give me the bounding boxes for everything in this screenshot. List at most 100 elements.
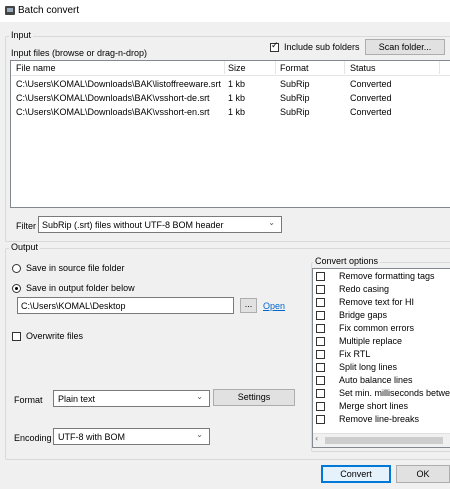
filter-label: Filter — [16, 221, 36, 231]
scrollbar-thumb[interactable] — [325, 437, 443, 444]
column-header-size[interactable]: Size — [228, 63, 246, 73]
option-fix-common-errors[interactable]: Fix common errors — [315, 323, 450, 335]
option-multiple-replace[interactable]: Multiple replace — [315, 336, 450, 348]
cell-size: 1 kb — [228, 93, 246, 103]
option-label: Remove line-breaks — [339, 414, 420, 424]
ok-label: OK — [416, 469, 430, 479]
overwrite-files-option[interactable]: Overwrite files — [12, 331, 132, 343]
cell-status: Converted — [350, 107, 392, 117]
option-bridge-gaps[interactable]: Bridge gaps — [315, 310, 450, 322]
option-checkbox[interactable] — [316, 402, 325, 411]
option-checkbox[interactable] — [316, 298, 325, 307]
option-label: Remove text for HI — [339, 297, 415, 307]
option-fix-rtl[interactable]: Fix RTL — [315, 349, 450, 361]
browse-label: ... — [244, 299, 253, 309]
option-label: Set min. milliseconds between — [339, 388, 450, 398]
format-select[interactable]: Plain text ⌄ — [53, 390, 210, 407]
encoding-select[interactable]: UTF-8 with BOM ⌄ — [53, 428, 210, 445]
cell-size: 1 kb — [228, 79, 246, 89]
option-label: Merge short lines — [339, 401, 409, 411]
open-folder-link[interactable]: Open — [263, 301, 285, 311]
browse-folder-button[interactable]: ... — [240, 298, 257, 313]
option-label: Bridge gaps — [339, 310, 388, 320]
option-checkbox[interactable] — [316, 363, 325, 372]
option-checkbox[interactable] — [316, 376, 325, 385]
include-subfolders-label: Include sub folders — [284, 42, 360, 52]
column-header-filename[interactable]: File name — [16, 63, 56, 73]
table-row[interactable]: C:\Users\KOMAL\Downloads\BAK\vsshort-en.… — [11, 107, 450, 119]
option-checkbox[interactable] — [316, 324, 325, 333]
option-merge-short-lines[interactable]: Merge short lines — [315, 401, 450, 413]
option-checkbox[interactable] — [316, 415, 325, 424]
option-checkbox[interactable] — [316, 272, 325, 281]
option-split-long-lines[interactable]: Split long lines — [315, 362, 450, 374]
settings-button[interactable]: Settings — [213, 389, 295, 406]
title-bar: Batch convert — [0, 0, 450, 22]
app-icon — [5, 6, 15, 15]
cell-size: 1 kb — [228, 107, 246, 117]
cell-format: SubRip — [280, 79, 310, 89]
cell-filename: C:\Users\KOMAL\Downloads\BAK\listoffreew… — [16, 79, 221, 89]
filter-select[interactable]: SubRip (.srt) files without UTF-8 BOM he… — [38, 216, 282, 233]
option-label: Auto balance lines — [339, 375, 413, 385]
option-remove-text-hi[interactable]: Remove text for HI — [315, 297, 450, 309]
option-label: Fix common errors — [339, 323, 415, 333]
ok-button[interactable]: OK — [396, 465, 450, 483]
input-files-label: Input files (browse or drag-n-drop) — [11, 48, 148, 58]
save-source-radio[interactable] — [12, 264, 21, 273]
chevron-down-icon: ⌄ — [196, 430, 203, 439]
option-checkbox[interactable] — [316, 285, 325, 294]
filter-value: SubRip (.srt) files without UTF-8 BOM he… — [42, 220, 224, 230]
cell-filename: C:\Users\KOMAL\Downloads\BAK\vsshort-de.… — [16, 93, 210, 103]
chevron-down-icon: ⌄ — [196, 392, 203, 401]
option-label: Fix RTL — [339, 349, 371, 359]
window-title: Batch convert — [18, 5, 80, 16]
options-horizontal-scrollbar[interactable]: ‹ — [313, 433, 450, 447]
include-subfolders-check[interactable] — [270, 41, 279, 52]
output-folder-value: C:\Users\KOMAL\Desktop — [21, 301, 126, 311]
convert-options-title: Convert options — [313, 256, 381, 266]
column-header-status[interactable]: Status — [350, 63, 376, 73]
save-output-radio[interactable] — [12, 284, 21, 293]
cell-status: Converted — [350, 93, 392, 103]
option-label: Redo casing — [339, 284, 390, 294]
save-source-option[interactable]: Save in source file folder — [12, 263, 172, 275]
include-subfolders-checkbox[interactable]: Include sub folders — [270, 41, 360, 54]
chevron-down-icon: ⌄ — [268, 218, 275, 227]
overwrite-files-checkbox[interactable] — [12, 332, 21, 341]
table-row[interactable]: C:\Users\KOMAL\Downloads\BAK\listoffreew… — [11, 79, 450, 91]
input-group-title: Input — [9, 30, 34, 40]
save-output-option[interactable]: Save in output folder below — [12, 283, 172, 295]
scroll-left-icon[interactable]: ‹ — [315, 434, 318, 443]
convert-options-list[interactable]: Remove formatting tags Redo casing Remov… — [312, 268, 450, 448]
option-checkbox[interactable] — [316, 337, 325, 346]
option-remove-formatting-tags[interactable]: Remove formatting tags — [315, 271, 450, 283]
option-remove-line-breaks[interactable]: Remove line-breaks — [315, 414, 450, 426]
save-output-label: Save in output folder below — [26, 283, 135, 293]
table-row[interactable]: C:\Users\KOMAL\Downloads\BAK\vsshort-de.… — [11, 93, 450, 105]
cell-filename: C:\Users\KOMAL\Downloads\BAK\vsshort-en.… — [16, 107, 210, 117]
option-checkbox[interactable] — [316, 389, 325, 398]
list-header: File name Size Format Status — [11, 61, 450, 76]
option-checkbox[interactable] — [316, 350, 325, 359]
output-group-title: Output — [9, 242, 41, 252]
format-value: Plain text — [58, 394, 96, 404]
convert-label: Convert — [340, 469, 372, 479]
option-set-min-milliseconds[interactable]: Set min. milliseconds between — [315, 388, 450, 400]
input-files-list[interactable]: File name Size Format Status C:\Users\KO… — [10, 60, 450, 208]
scan-folder-label: Scan folder... — [378, 42, 432, 52]
option-checkbox[interactable] — [316, 311, 325, 320]
overwrite-files-label: Overwrite files — [26, 331, 84, 341]
column-header-format[interactable]: Format — [280, 63, 309, 73]
output-folder-input[interactable]: C:\Users\KOMAL\Desktop — [17, 297, 234, 314]
option-auto-balance-lines[interactable]: Auto balance lines — [315, 375, 450, 387]
option-redo-casing[interactable]: Redo casing — [315, 284, 450, 296]
format-label: Format — [14, 395, 43, 405]
encoding-value: UTF-8 with BOM — [58, 432, 126, 442]
option-label: Split long lines — [339, 362, 398, 372]
settings-label: Settings — [237, 392, 271, 402]
cell-format: SubRip — [280, 93, 310, 103]
cell-format: SubRip — [280, 107, 310, 117]
convert-button[interactable]: Convert — [321, 465, 391, 483]
scan-folder-button[interactable]: Scan folder... — [365, 39, 445, 55]
